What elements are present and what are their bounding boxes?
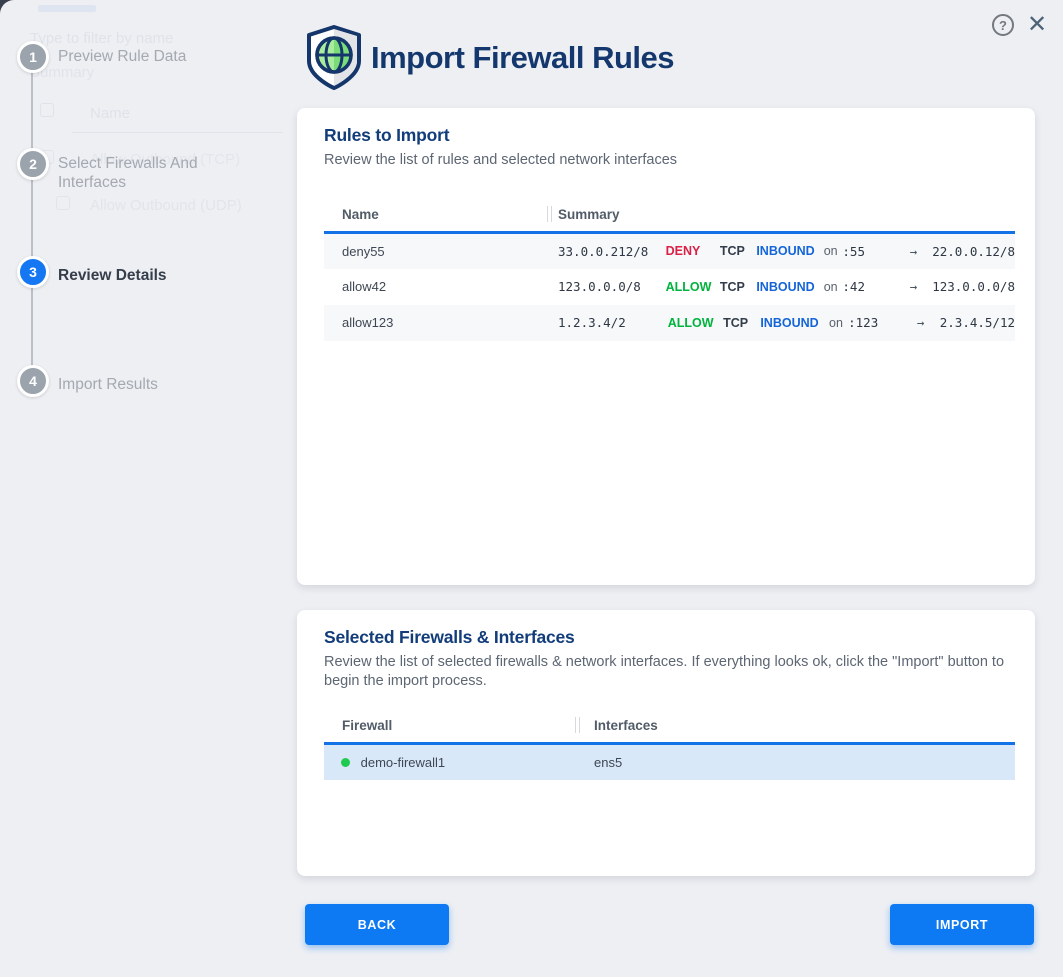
column-header-interfaces: Interfaces <box>580 708 1015 744</box>
port: :55 <box>842 244 909 259</box>
port: :123 <box>848 315 917 330</box>
source-cidr: 123.0.0.0/8 <box>558 279 666 294</box>
protocol: TCP <box>720 244 756 258</box>
rule-name: deny55 <box>324 233 552 269</box>
rule-name: allow123 <box>324 305 552 341</box>
arrow-icon: → <box>910 279 932 294</box>
rule-summary: 33.0.0.212/8 DENY TCP INBOUND on :55 → 2… <box>552 233 1015 269</box>
step-number-badge: 2 <box>17 148 49 180</box>
port: :42 <box>842 279 909 294</box>
ghost-checkbox <box>56 196 70 210</box>
direction: INBOUND <box>760 316 829 330</box>
rule-name: allow42 <box>324 269 552 305</box>
stepper-item-preview-rule-data[interactable]: 1 Preview Rule Data <box>17 41 228 73</box>
help-icon[interactable]: ? <box>992 14 1014 36</box>
stepper-connector-line <box>31 57 33 381</box>
direction: INBOUND <box>756 244 823 258</box>
arrow-icon: → <box>917 315 940 330</box>
online-status-dot <box>341 758 350 767</box>
rule-summary: 123.0.0.0/8 ALLOW TCP INBOUND on :42 → 1… <box>552 269 1015 305</box>
ghost-name-header: Name <box>90 105 130 122</box>
step-number-badge: 4 <box>17 365 49 397</box>
import-firewall-rules-modal: Type to filter by name Summary Name Allo… <box>0 0 1063 977</box>
card-subtitle: Review the list of selected firewalls & … <box>324 653 1011 691</box>
ghost-checkbox <box>40 103 54 117</box>
close-icon[interactable]: ✕ <box>1024 12 1050 38</box>
ghost-bar <box>38 5 96 12</box>
action-badge: DENY <box>666 244 720 258</box>
firewall-row: demo-firewall1 ens5 <box>324 744 1015 780</box>
dest-cidr: 22.0.0.12/8 <box>932 244 1015 259</box>
import-button[interactable]: IMPORT <box>890 904 1034 945</box>
column-header-summary: Summary <box>552 197 1015 233</box>
direction: INBOUND <box>756 280 823 294</box>
protocol: TCP <box>723 316 760 330</box>
selected-firewalls-card: Selected Firewalls & Interfaces Review t… <box>297 610 1035 876</box>
action-badge: ALLOW <box>666 280 720 294</box>
back-button[interactable]: BACK <box>305 904 449 945</box>
firewall-name: demo-firewall1 <box>324 744 580 780</box>
column-header-firewall: Firewall <box>324 708 580 744</box>
step-label: Import Results <box>58 365 228 397</box>
stepper-item-select-firewalls[interactable]: 2 Select Firewalls And Interfaces <box>17 148 228 192</box>
column-header-name: Name <box>324 197 552 233</box>
on-label: on <box>829 316 848 330</box>
step-label: Select Firewalls And Interfaces <box>58 148 228 192</box>
rule-row: allow42 123.0.0.0/8 ALLOW TCP INBOUND on… <box>324 269 1015 305</box>
arrow-icon: → <box>910 244 932 259</box>
rules-table: Name Summary deny55 <box>324 197 1015 341</box>
ghost-rule-udp: Allow Outbound (UDP) <box>90 197 242 214</box>
protocol: TCP <box>720 280 756 294</box>
card-title: Rules to Import <box>324 125 1011 146</box>
on-label: on <box>824 280 843 294</box>
stepper-item-review-details[interactable]: 3 Review Details <box>17 256 228 288</box>
rules-to-import-card: Rules to Import Review the list of rules… <box>297 108 1035 585</box>
step-label: Preview Rule Data <box>58 41 228 73</box>
firewall-shield-globe-icon <box>304 24 364 97</box>
wizard-stepper-sidebar: Type to filter by name Summary Name Allo… <box>0 0 278 977</box>
firewall-interfaces: ens5 <box>580 744 1015 780</box>
rule-row: allow123 1.2.3.4/2 ALLOW TCP INBOUND on … <box>324 305 1015 341</box>
ghost-divider <box>72 132 283 133</box>
rule-row: deny55 33.0.0.212/8 DENY TCP INBOUND on … <box>324 233 1015 269</box>
dest-cidr: 2.3.4.5/12 <box>940 315 1015 330</box>
source-cidr: 33.0.0.212/8 <box>558 244 666 259</box>
page-title: Import Firewall Rules <box>371 40 674 76</box>
step-number-badge: 3 <box>17 256 49 288</box>
action-badge: ALLOW <box>668 316 723 330</box>
dest-cidr: 123.0.0.0/8 <box>932 279 1015 294</box>
stepper-item-import-results[interactable]: 4 Import Results <box>17 365 228 397</box>
main-panel: Import Firewall Rules ? ✕ Rules to Impor… <box>278 0 1063 977</box>
step-label: Review Details <box>58 256 228 288</box>
on-label: on <box>824 244 843 258</box>
rule-summary: 1.2.3.4/2 ALLOW TCP INBOUND on :123 → 2.… <box>552 305 1015 341</box>
step-number-badge: 1 <box>17 41 49 73</box>
card-title: Selected Firewalls & Interfaces <box>324 627 1011 648</box>
firewalls-table: Firewall Interfaces demo-f <box>324 708 1015 780</box>
source-cidr: 1.2.3.4/2 <box>558 315 668 330</box>
card-subtitle: Review the list of rules and selected ne… <box>324 151 1011 170</box>
